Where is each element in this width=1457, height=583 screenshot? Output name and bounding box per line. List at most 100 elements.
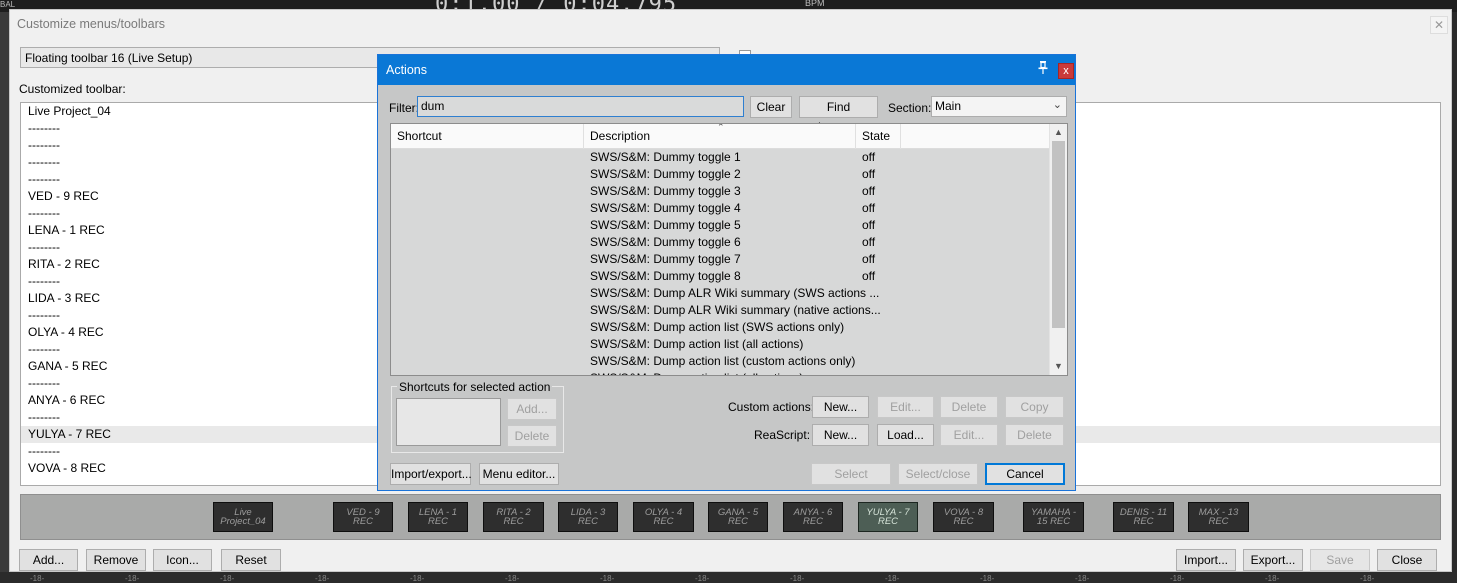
reascript-new-button[interactable]: New... [812, 424, 869, 446]
column-state[interactable]: State [856, 124, 901, 149]
preview-toolbar-button[interactable]: YULYA - 7 REC [858, 502, 918, 532]
shortcuts-group-label: Shortcuts for selected action [397, 380, 553, 394]
add-button[interactable]: Add... [19, 549, 78, 571]
sort-ascending-icon: ⌃ [717, 123, 725, 132]
pin-icon[interactable] [1035, 61, 1051, 77]
clear-button[interactable]: Clear [750, 96, 792, 118]
pin-icon-glyph [1038, 61, 1048, 74]
preview-toolbar-button[interactable]: YAMAHA - 15 REC [1023, 502, 1084, 532]
action-row[interactable]: SWS/S&M: Dump ALR Wiki summary (SWS acti… [391, 285, 1049, 302]
section-select[interactable]: Main ⌄ [931, 96, 1067, 117]
actions-list-scrollbar[interactable]: ▲ ▼ [1049, 124, 1067, 375]
actions-title: Actions [378, 55, 1075, 85]
select-button[interactable]: Select [811, 463, 891, 485]
action-description: SWS/S&M: Dummy toggle 4 [590, 201, 741, 215]
select-close-button[interactable]: Select/close [898, 463, 978, 485]
find-shortcut-button[interactable]: Find shortcut... [799, 96, 878, 134]
menu-editor-button[interactable]: Menu editor... [479, 463, 559, 485]
preview-toolbar-button[interactable]: GANA - 5 REC [708, 502, 768, 532]
save-button[interactable]: Save [1310, 549, 1370, 571]
custom-actions-label: Custom actions: [728, 400, 815, 414]
action-row[interactable]: SWS/S&M: Dummy toggle 7 off [391, 251, 1049, 268]
action-row[interactable]: SWS/S&M: Dump ALR Wiki summary (native a… [391, 302, 1049, 319]
section-select-value: Main [935, 99, 962, 113]
shortcut-delete-button[interactable]: Delete [507, 425, 557, 447]
host-meter-tick: -18- [505, 574, 520, 583]
action-description: SWS/S&M: Dump ALR Wiki summary (native a… [590, 303, 881, 317]
host-meter-tick: -18- [1360, 574, 1375, 583]
actions-list[interactable]: Shortcut Description State ⌃ SWS/S&M: Du… [390, 123, 1068, 376]
action-description: SWS/S&M: Dump action list (custom action… [590, 354, 856, 368]
remove-button[interactable]: Remove [86, 549, 146, 571]
import-button[interactable]: Import... [1176, 549, 1236, 571]
custom-new-button[interactable]: New... [812, 396, 869, 418]
host-meter-tick: -18- [885, 574, 900, 583]
action-row[interactable]: SWS/S&M: Dump action list (all actions) … [391, 370, 1049, 375]
host-meter-tick: -18- [125, 574, 140, 583]
action-description: SWS/S&M: Dummy toggle 1 [590, 150, 741, 164]
action-row[interactable]: SWS/S&M: Dummy toggle 2 off [391, 166, 1049, 183]
reascript-label: ReaScript: [754, 428, 811, 442]
action-row[interactable]: SWS/S&M: Dummy toggle 6 off [391, 234, 1049, 251]
host-mixer-strip: -18- -18- -18- -18- -18- -18- -18- -18- -18- -18-… [0, 572, 1457, 583]
host-meter-tick: -18- [220, 574, 235, 583]
reascript-load-button[interactable]: Load... [877, 424, 934, 446]
host-meter-tick: -18- [600, 574, 615, 583]
preview-toolbar-button[interactable]: VED - 9 REC [333, 502, 393, 532]
scrollbar-thumb[interactable] [1052, 141, 1065, 328]
custom-edit-button[interactable]: Edit... [877, 396, 934, 418]
preview-toolbar-button[interactable]: Live Project_04 [213, 502, 273, 532]
reset-button[interactable]: Reset [221, 549, 281, 571]
shortcuts-list[interactable] [396, 398, 501, 446]
host-meter-tick: -18- [315, 574, 330, 583]
icon-button[interactable]: Icon... [153, 549, 212, 571]
window-close-button[interactable]: ✕ [1430, 16, 1448, 34]
actions-list-body: SWS/S&M: Dummy toggle 1 off SWS/S&M: Dummy… [391, 149, 1049, 375]
preview-toolbar-button[interactable]: LENA - 1 REC [408, 502, 468, 532]
action-row[interactable]: SWS/S&M: Dump action list (custom action… [391, 353, 1049, 370]
action-state: off [862, 218, 876, 232]
reascript-edit-button[interactable]: Edit... [940, 424, 998, 446]
action-row[interactable]: SWS/S&M: Dummy toggle 1 off [391, 149, 1049, 166]
actions-list-header: Shortcut Description State ⌃ [391, 124, 1049, 149]
scroll-down-icon[interactable]: ▼ [1050, 358, 1067, 375]
preview-toolbar-button[interactable]: ANYA - 6 REC [783, 502, 843, 532]
action-row[interactable]: SWS/S&M: Dummy toggle 4 off [391, 200, 1049, 217]
cancel-button[interactable]: Cancel [985, 463, 1065, 485]
host-meter-tick: -18- [980, 574, 995, 583]
host-meter-tick: -18- [1075, 574, 1090, 583]
host-meter-tick: -18- [1265, 574, 1280, 583]
actions-dialog: Actions x Filter: dum Clear Find shortcu… [377, 54, 1076, 491]
action-description: SWS/S&M: Dummy toggle 7 [590, 252, 741, 266]
action-description: SWS/S&M: Dump action list (all actions) [590, 337, 804, 351]
preview-toolbar-button[interactable]: OLYA - 4 REC [633, 502, 694, 532]
action-description: SWS/S&M: Dump ALR Wiki summary (SWS acti… [590, 286, 880, 300]
action-row[interactable]: SWS/S&M: Dump action list (SWS actions o… [391, 319, 1049, 336]
export-button[interactable]: Export... [1243, 549, 1303, 571]
close-button[interactable]: Close [1377, 549, 1437, 571]
action-state: off [862, 150, 876, 164]
action-row[interactable]: SWS/S&M: Dummy toggle 3 off [391, 183, 1049, 200]
actions-close-button[interactable]: x [1058, 63, 1074, 79]
preview-toolbar-button[interactable]: DENIS - 11 REC [1113, 502, 1174, 532]
action-row[interactable]: SWS/S&M: Dummy toggle 5 off [391, 217, 1049, 234]
action-row[interactable]: SWS/S&M: Dump action list (all actions) [391, 336, 1049, 353]
custom-delete-button[interactable]: Delete [940, 396, 998, 418]
host-left-edge [0, 12, 9, 572]
preview-toolbar-button[interactable]: RITA - 2 REC [483, 502, 544, 532]
action-description: SWS/S&M: Dummy toggle 2 [590, 167, 741, 181]
reascript-delete-button[interactable]: Delete [1005, 424, 1064, 446]
scroll-up-icon[interactable]: ▲ [1050, 124, 1067, 141]
shortcut-add-button[interactable]: Add... [507, 398, 557, 420]
action-state: off [862, 184, 876, 198]
filter-input[interactable]: dum [417, 96, 744, 117]
chevron-down-icon: ⌄ [1052, 99, 1062, 111]
column-shortcut[interactable]: Shortcut [391, 124, 584, 149]
import-export-button[interactable]: Import/export... [390, 463, 472, 485]
preview-toolbar-button[interactable]: MAX - 13 REC [1188, 502, 1249, 532]
action-row[interactable]: SWS/S&M: Dummy toggle 8 off [391, 268, 1049, 285]
preview-toolbar-button[interactable]: VOVA - 8 REC [933, 502, 994, 532]
custom-copy-button[interactable]: Copy [1005, 396, 1064, 418]
action-state: off [862, 252, 876, 266]
preview-toolbar-button[interactable]: LIDA - 3 REC [558, 502, 618, 532]
